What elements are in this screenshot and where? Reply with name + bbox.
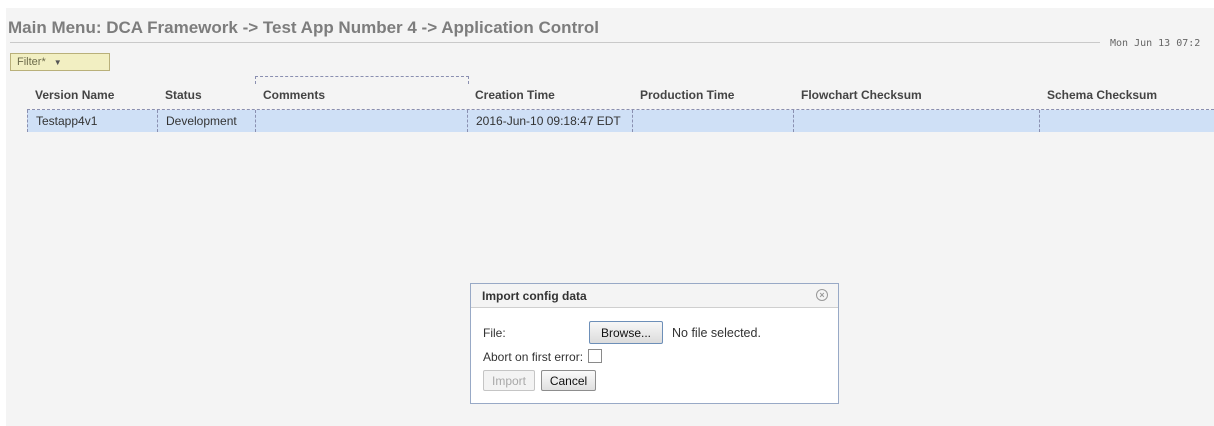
column-header-creation-time[interactable]: Creation Time [467,84,632,106]
version-table: Version Name Status Comments Creation Ti… [27,76,1214,132]
title-divider [10,42,1100,43]
datetime-display: Mon Jun 13 07:2 [1110,38,1201,49]
file-label: File: [483,326,506,340]
table-row[interactable]: Testapp4v1 Development 2016-Jun-10 09:18… [27,109,1214,132]
cell-production-time[interactable] [632,110,793,132]
column-header-schema-checksum[interactable]: Schema Checksum [1039,84,1214,106]
browse-button[interactable]: Browse... [589,321,663,344]
dialog-title: Import config data [482,288,587,303]
cell-version-name[interactable]: Testapp4v1 [27,110,157,132]
import-button[interactable]: Import [483,370,535,391]
abort-on-error-label: Abort on first error: [483,350,584,364]
import-config-dialog: Import config data × File: Browse... No … [470,283,839,404]
cell-schema-checksum[interactable] [1039,110,1214,132]
cell-comments[interactable] [255,110,467,132]
file-status-text: No file selected. [672,326,761,340]
page-background: Main Menu: DCA Framework -> Test App Num… [6,8,1214,426]
comments-header-focus-outline [255,76,469,84]
filter-label: Filter* [17,56,46,68]
table-header-row: Version Name Status Comments Creation Ti… [27,76,1214,106]
column-header-comments[interactable]: Comments [255,84,467,106]
cell-status[interactable]: Development [157,110,255,132]
cancel-button[interactable]: Cancel [541,370,596,391]
column-header-flowchart-checksum[interactable]: Flowchart Checksum [793,84,1039,106]
chevron-down-icon: ▼ [53,57,62,67]
column-header-production-time[interactable]: Production Time [632,84,793,106]
column-header-version-name[interactable]: Version Name [27,84,157,106]
dialog-title-bar: Import config data × [471,284,838,308]
column-header-status[interactable]: Status [157,84,255,106]
cell-creation-time[interactable]: 2016-Jun-10 09:18:47 EDT [467,110,632,132]
close-icon[interactable]: × [816,289,828,301]
cell-flowchart-checksum[interactable] [793,110,1039,132]
filter-button[interactable]: Filter* ▼ [10,53,110,71]
abort-on-error-checkbox[interactable] [588,349,602,363]
page-title: Main Menu: DCA Framework -> Test App Num… [8,18,599,37]
